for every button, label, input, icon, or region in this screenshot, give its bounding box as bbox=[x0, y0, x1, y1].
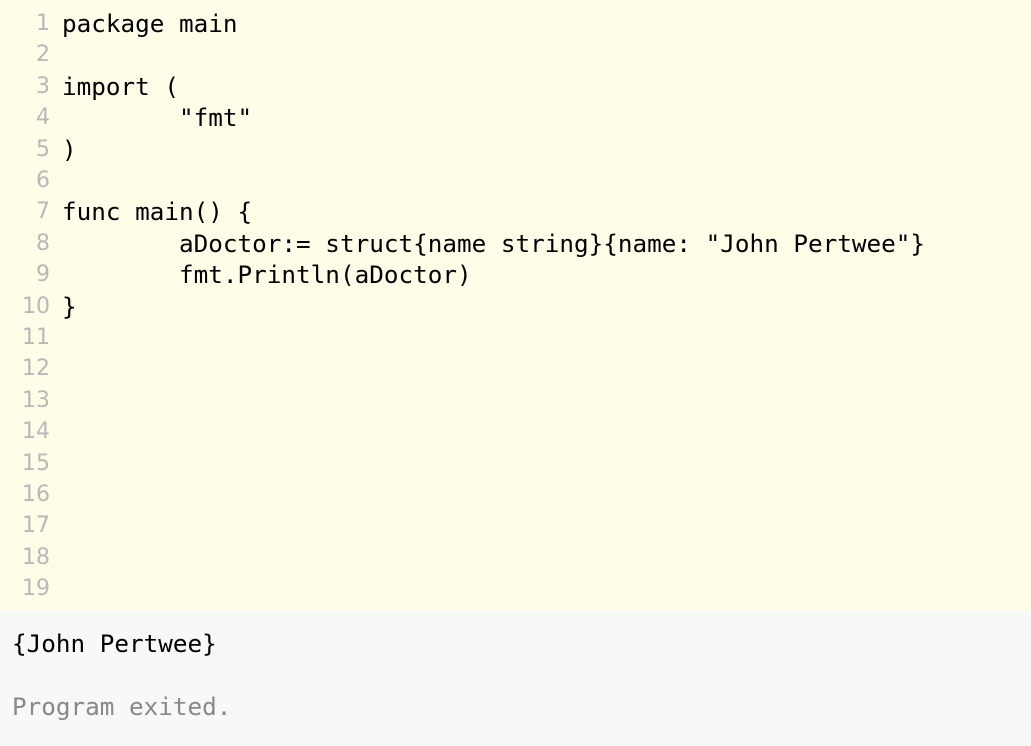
code-text[interactable]: ) bbox=[62, 134, 77, 165]
line-number: 4 bbox=[36, 105, 50, 131]
line-number: 9 bbox=[36, 262, 50, 288]
code-line[interactable]: 15 bbox=[0, 448, 1031, 479]
code-line[interactable]: 18 bbox=[0, 542, 1031, 573]
line-number: 15 bbox=[22, 450, 50, 476]
code-text[interactable]: package main bbox=[62, 8, 238, 39]
code-text[interactable]: } bbox=[62, 291, 77, 322]
code-line[interactable]: 3 import ( bbox=[0, 71, 1031, 102]
code-line[interactable]: 8 aDoctor:= struct{name string}{name: "J… bbox=[0, 228, 1031, 259]
line-number: 13 bbox=[22, 387, 50, 413]
line-number: 18 bbox=[22, 544, 50, 570]
code-line[interactable]: 16 bbox=[0, 479, 1031, 510]
line-number: 6 bbox=[36, 168, 50, 193]
code-line[interactable]: 11 bbox=[0, 322, 1031, 353]
line-number: 7 bbox=[36, 199, 50, 225]
line-number: 3 bbox=[36, 73, 50, 99]
line-number: 19 bbox=[22, 576, 50, 602]
go-playground: 1 package main 2 3 import (4 "fmt" 5) 6 7 func m… bbox=[0, 0, 1031, 746]
code-line[interactable]: 14 bbox=[0, 416, 1031, 447]
program-output: {John Pertwee} bbox=[12, 629, 217, 658]
line-number: 14 bbox=[22, 419, 50, 445]
code-line[interactable]: 10} bbox=[0, 291, 1031, 322]
code-text[interactable]: "fmt" bbox=[62, 102, 252, 133]
code-line[interactable]: 1 package main bbox=[0, 8, 1031, 39]
code-editor[interactable]: 1 package main 2 3 import (4 "fmt" 5) 6 7 func m… bbox=[0, 0, 1031, 610]
code-line[interactable]: 7 func main() { bbox=[0, 196, 1031, 227]
output-panel: {John Pertwee} Program exited. bbox=[0, 610, 1031, 746]
line-number: 2 bbox=[36, 42, 50, 68]
code-line[interactable]: 5) bbox=[0, 134, 1031, 165]
code-line[interactable]: 17 bbox=[0, 510, 1031, 541]
line-number: 16 bbox=[22, 482, 50, 507]
code-text[interactable]: aDoctor:= struct{name string}{name: "Joh… bbox=[62, 228, 925, 259]
line-number: 11 bbox=[22, 325, 50, 350]
code-line[interactable]: 4 "fmt" bbox=[0, 102, 1031, 133]
line-number: 12 bbox=[22, 356, 50, 382]
line-number: 8 bbox=[36, 230, 50, 256]
code-line[interactable]: 13 bbox=[0, 385, 1031, 416]
code-text[interactable]: func main() { bbox=[62, 196, 252, 227]
line-number: 5 bbox=[36, 136, 50, 162]
code-line[interactable]: 6 bbox=[0, 165, 1031, 196]
code-text[interactable]: import ( bbox=[62, 71, 179, 102]
line-number: 10 bbox=[22, 293, 50, 319]
code-line[interactable]: 9 fmt.Println(aDoctor) bbox=[0, 259, 1031, 290]
line-number: 17 bbox=[22, 513, 50, 539]
code-line[interactable]: 2 bbox=[0, 39, 1031, 70]
program-status: Program exited. bbox=[12, 692, 232, 721]
code-line[interactable]: 12 bbox=[0, 353, 1031, 384]
code-line[interactable]: 19 bbox=[0, 573, 1031, 604]
code-text[interactable]: fmt.Println(aDoctor) bbox=[62, 259, 472, 290]
line-number: 1 bbox=[36, 11, 50, 36]
